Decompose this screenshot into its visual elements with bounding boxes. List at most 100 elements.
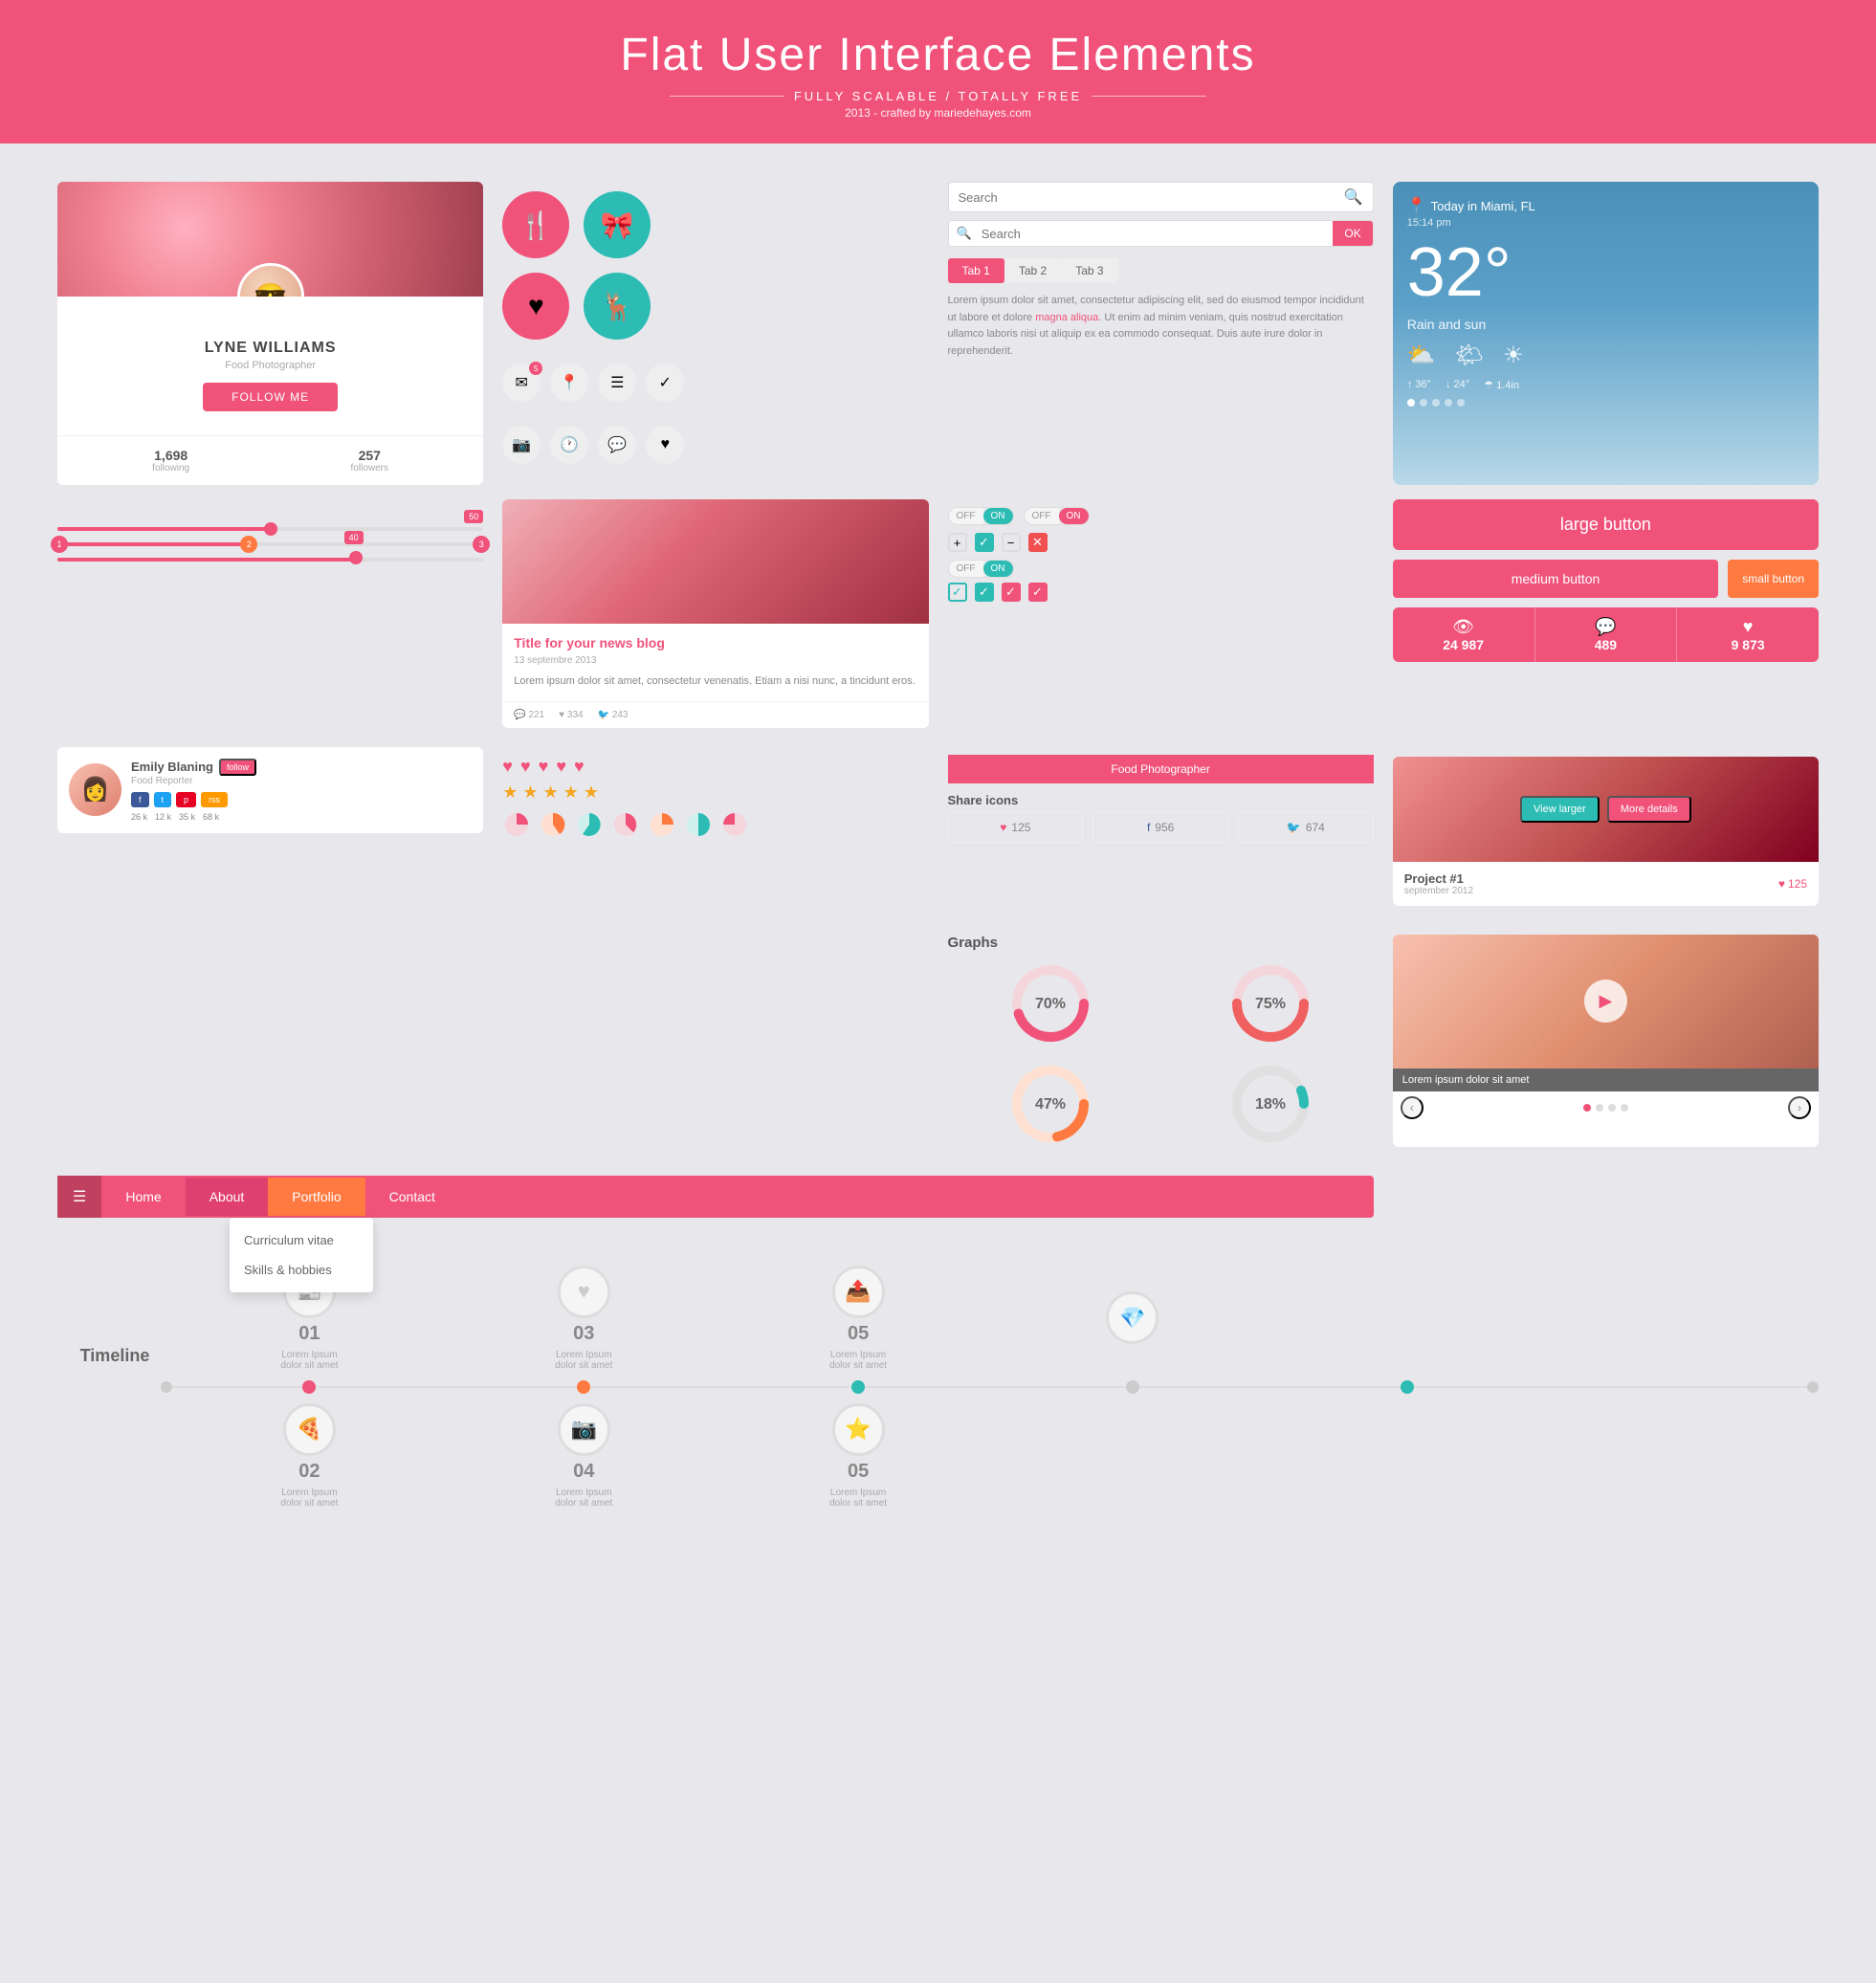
people-name: Emily Blaning bbox=[131, 760, 213, 774]
slider-track-1[interactable] bbox=[57, 527, 483, 531]
weather-dot-3[interactable] bbox=[1432, 399, 1440, 407]
timeline-item-05-bot: ⭐ 05 Lorem Ipsumdolor sit amet bbox=[721, 1403, 996, 1509]
video-dot-1[interactable] bbox=[1583, 1104, 1591, 1112]
tab-1[interactable]: Tab 1 bbox=[948, 258, 1004, 283]
timeline-bottom-spacer bbox=[57, 1403, 172, 1509]
nav-icons-row: ✉ 5 📍 ☰ ✓ bbox=[502, 364, 684, 402]
search-box-1[interactable]: 🔍 bbox=[948, 182, 1374, 212]
range-fill bbox=[57, 558, 356, 562]
video-dot-2[interactable] bbox=[1596, 1104, 1603, 1112]
plus-icon[interactable]: + bbox=[948, 533, 967, 552]
heart-nav-icon[interactable]: ♥ bbox=[646, 426, 684, 464]
search-input-2[interactable] bbox=[972, 222, 1334, 246]
heart-icon-circle[interactable]: ♥ bbox=[502, 273, 569, 340]
heart-4[interactable]: ♥ bbox=[556, 757, 566, 777]
pinterest-btn[interactable]: p bbox=[176, 792, 196, 807]
large-button[interactable]: large button bbox=[1393, 499, 1819, 550]
share-fb-item[interactable]: f 956 bbox=[1092, 812, 1228, 843]
multi-thumb-1[interactable]: 1 bbox=[51, 536, 68, 553]
facebook-btn[interactable]: f bbox=[131, 792, 149, 807]
menu-icon[interactable]: ☰ bbox=[598, 364, 636, 402]
toggle-off-2: OFF bbox=[1025, 508, 1059, 524]
weather-dot-4[interactable] bbox=[1445, 399, 1452, 407]
video-prev-button[interactable]: ‹ bbox=[1401, 1096, 1424, 1119]
star-4[interactable]: ★ bbox=[563, 782, 579, 803]
timeline-bottom: 🍕 02 Lorem Ipsumdolor sit amet 📷 04 Lore… bbox=[57, 1403, 1819, 1509]
star-3[interactable]: ★ bbox=[543, 782, 559, 803]
multi-thumb-2[interactable]: 2 bbox=[240, 536, 257, 553]
toggle-3[interactable]: OFF ON bbox=[948, 560, 1014, 578]
deer-icon-circle[interactable]: 🦌 bbox=[584, 273, 651, 340]
people-name-row: Emily Blaning follow bbox=[131, 759, 472, 776]
weather-dot-2[interactable] bbox=[1420, 399, 1427, 407]
video-dot-4[interactable] bbox=[1621, 1104, 1628, 1112]
heart-1[interactable]: ♥ bbox=[502, 757, 513, 777]
timeline-dot-1 bbox=[302, 1380, 316, 1394]
medium-button[interactable]: medium button bbox=[1393, 560, 1719, 598]
star-1[interactable]: ★ bbox=[502, 782, 518, 803]
twitter-btn[interactable]: t bbox=[154, 792, 172, 807]
check-pink-1[interactable]: ✓ bbox=[1002, 583, 1021, 602]
multi-track[interactable]: 1 2 3 bbox=[57, 542, 483, 546]
heart-5[interactable]: ♥ bbox=[574, 757, 585, 777]
play-button[interactable]: ▶ bbox=[1584, 980, 1627, 1023]
minus-icon[interactable]: − bbox=[1002, 533, 1021, 552]
nav-about[interactable]: About bbox=[186, 1178, 269, 1216]
location-icon[interactable]: 📍 bbox=[550, 364, 588, 402]
bow-icon-circle[interactable]: 🎀 bbox=[584, 191, 651, 258]
blog-img-bg bbox=[502, 499, 928, 624]
toggle-1[interactable]: OFF ON bbox=[948, 507, 1014, 525]
weather-dot-1[interactable] bbox=[1407, 399, 1415, 407]
weather-card: 📍 Today in Miami, FL 15:14 pm 32° Rain a… bbox=[1393, 182, 1819, 485]
search-input-1[interactable] bbox=[959, 190, 1344, 205]
video-dot-3[interactable] bbox=[1608, 1104, 1616, 1112]
mail-icon[interactable]: ✉ 5 bbox=[502, 364, 541, 402]
people-count-3: 35 k bbox=[179, 812, 195, 822]
share-tw-item[interactable]: 🐦 674 bbox=[1238, 812, 1374, 843]
check-icon[interactable]: ✓ bbox=[646, 364, 684, 402]
chat-icon[interactable]: 💬 bbox=[598, 426, 636, 464]
x-icon[interactable]: ✕ bbox=[1028, 533, 1048, 552]
blog-card: Title for your news blog 13 septembre 20… bbox=[502, 499, 928, 728]
fork-knife-icon-circle[interactable]: 🍴 bbox=[502, 191, 569, 258]
multi-thumb-3[interactable]: 3 bbox=[473, 536, 490, 553]
check-teal-2[interactable]: ✓ bbox=[975, 583, 994, 602]
nav-home[interactable]: Home bbox=[101, 1178, 185, 1216]
clock-icon[interactable]: 🕐 bbox=[550, 426, 588, 464]
share-heart-item[interactable]: ♥ 125 bbox=[948, 812, 1084, 843]
hamburger-menu-icon[interactable]: ☰ bbox=[57, 1176, 101, 1218]
small-button[interactable]: small button bbox=[1728, 560, 1819, 598]
view-larger-button[interactable]: View larger bbox=[1520, 796, 1600, 823]
star-5[interactable]: ★ bbox=[584, 782, 599, 803]
heart-3[interactable]: ♥ bbox=[539, 757, 549, 777]
weather-dot-5[interactable] bbox=[1457, 399, 1465, 407]
nav-contact[interactable]: Contact bbox=[365, 1178, 459, 1216]
tab-2[interactable]: Tab 2 bbox=[1004, 258, 1061, 283]
tab-3[interactable]: Tab 3 bbox=[1061, 258, 1117, 283]
nav-portfolio[interactable]: Portfolio bbox=[268, 1178, 364, 1216]
star-2[interactable]: ★ bbox=[522, 782, 538, 803]
range-thumb[interactable] bbox=[349, 551, 363, 564]
timeline-title-area: Timeline bbox=[57, 1269, 172, 1366]
people-follow-button[interactable]: follow bbox=[219, 759, 256, 776]
rss-btn[interactable]: rss bbox=[201, 792, 228, 807]
project-image: View larger More details bbox=[1393, 757, 1819, 862]
slider-thumb-1[interactable] bbox=[264, 522, 277, 536]
range-track[interactable]: 40 bbox=[57, 558, 483, 562]
more-details-button[interactable]: More details bbox=[1607, 796, 1691, 823]
toggle-off-1: OFF bbox=[949, 508, 983, 524]
check-pink-2[interactable]: ✓ bbox=[1028, 583, 1048, 602]
mail-icon-symbol: ✉ bbox=[516, 373, 528, 392]
follow-button[interactable]: FOLLOW ME bbox=[203, 383, 338, 411]
search-box-2[interactable]: 🔍 OK bbox=[948, 220, 1374, 247]
video-next-button[interactable]: › bbox=[1788, 1096, 1811, 1119]
search-ok-button[interactable]: OK bbox=[1333, 221, 1372, 246]
dropdown-item-2[interactable]: Skills & hobbies bbox=[230, 1255, 373, 1285]
check-teal-1[interactable]: ✓ bbox=[948, 583, 967, 602]
camera-icon[interactable]: 📷 bbox=[502, 426, 541, 464]
check-icon-teal[interactable]: ✓ bbox=[975, 533, 994, 552]
timeline-item-05-top: 📤 05 Lorem Ipsumdolor sit amet bbox=[721, 1266, 996, 1371]
heart-2[interactable]: ♥ bbox=[520, 757, 531, 777]
toggle-2[interactable]: OFF ON bbox=[1024, 507, 1090, 525]
dropdown-item-1[interactable]: Curriculum vitae bbox=[230, 1225, 373, 1255]
